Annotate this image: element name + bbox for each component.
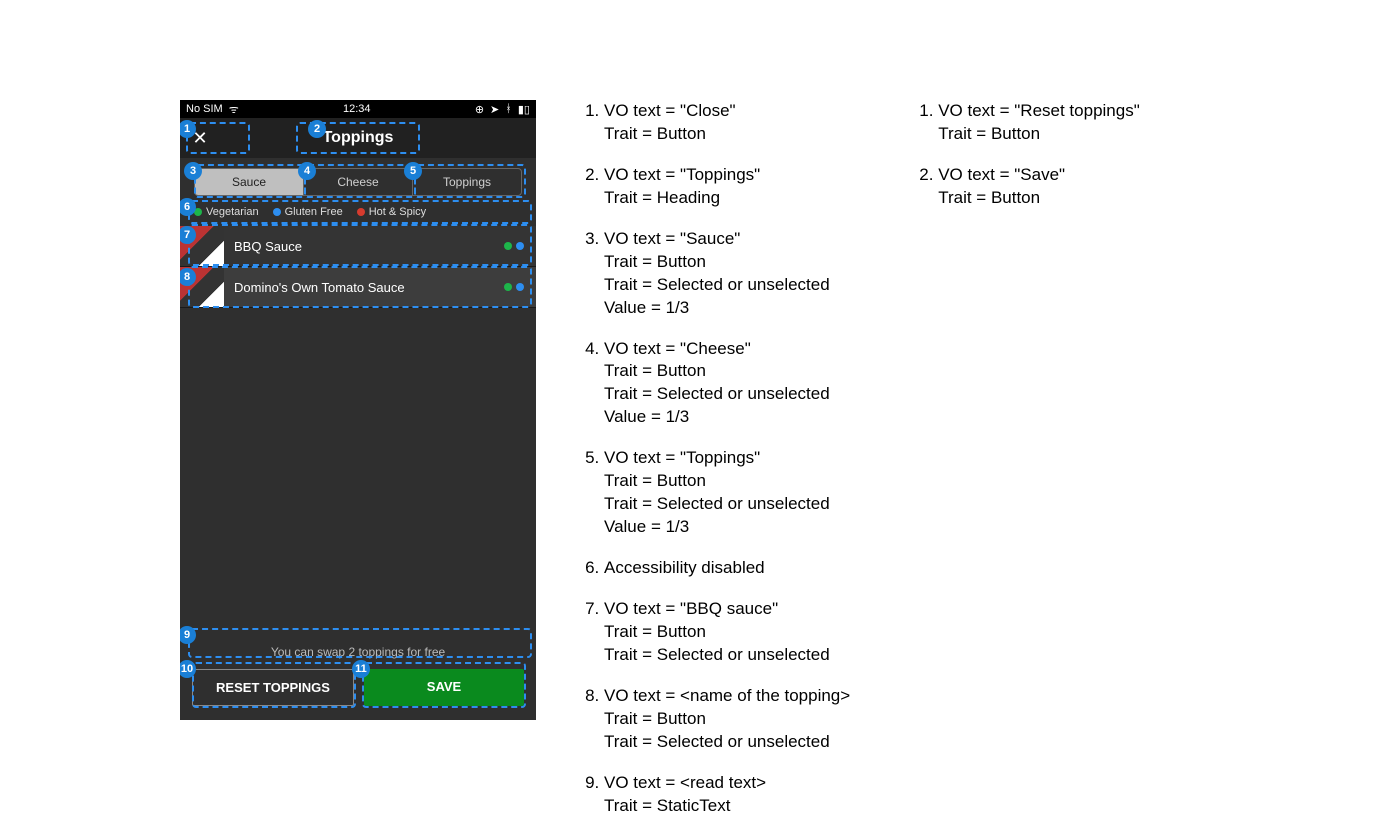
battery-icon: ▮▯ — [518, 103, 530, 116]
annotation-line: Value = 1/3 — [604, 406, 850, 429]
annotation-line: Trait = Button — [938, 123, 1140, 146]
callout-badge-2: 2 — [308, 120, 326, 138]
annotation-line: VO text = <name of the topping> — [604, 685, 850, 708]
wifi-icon: ᯤ — [229, 102, 239, 117]
status-bar: No SIM ᯤ 12:34 ⊕ ➤ ᚼ ▮▯ — [180, 100, 536, 118]
annotation-item: VO text = "Sauce"Trait = ButtonTrait = S… — [604, 228, 850, 320]
annotation-line: Value = 1/3 — [604, 516, 850, 539]
annotation-line: Trait = Button — [604, 621, 850, 644]
annotation-line: VO text = "Toppings" — [604, 164, 850, 187]
callout-badge-4: 4 — [298, 162, 316, 180]
callout-badge-11: 11 — [352, 660, 370, 678]
annotation-line: Trait = Button — [604, 708, 850, 731]
annotation-line: Trait = Button — [938, 187, 1140, 210]
annotation-item: VO text = <name of the topping>Trait = B… — [604, 685, 850, 754]
annotation-line: Trait = Selected or unselected — [604, 644, 850, 667]
annotation-line: VO text = "Reset toppings" — [938, 100, 1140, 123]
annotation-line: Trait = Selected or unselected — [604, 274, 850, 297]
clock: 12:34 — [343, 103, 371, 115]
annotation-item: VO text = <read text>Trait = StaticText — [604, 772, 850, 818]
annotation-item: VO text = "Save"Trait = Button — [938, 164, 1140, 210]
annotation-line: VO text = "BBQ sauce" — [604, 598, 850, 621]
annotation-item: VO text = "Toppings"Trait = ButtonTrait … — [604, 447, 850, 539]
carrier-text: No SIM — [186, 103, 223, 115]
annotation-line: VO text = "Toppings" — [604, 447, 850, 470]
annotation-line: Trait = Button — [604, 123, 850, 146]
annotation-line: Trait = Button — [604, 251, 850, 274]
annotation-line: VO text = "Save" — [938, 164, 1140, 187]
annotation-item: Accessibility disabled — [604, 557, 850, 580]
location-icon: ➤ — [490, 103, 499, 116]
annotation-line: VO text = "Close" — [604, 100, 850, 123]
annotation-item: VO text = "Cheese"Trait = ButtonTrait = … — [604, 338, 850, 430]
annotation-item: VO text = "Toppings"Trait = Heading — [604, 164, 850, 210]
annotation-line: Trait = Heading — [604, 187, 850, 210]
annotation-line: Trait = Button — [604, 360, 850, 383]
annotation-line: Trait = StaticText — [604, 795, 850, 818]
annotation-item: VO text = "Reset toppings"Trait = Button — [938, 100, 1140, 146]
annotation-line: VO text = <read text> — [604, 772, 850, 795]
phone-mock: 1 2 3 4 5 6 7 8 9 10 11 No SIM ᯤ 12:34 ⊕… — [180, 100, 536, 720]
annotation-columns: VO text = "Close"Trait = ButtonVO text =… — [576, 100, 1140, 835]
annotation-item: VO text = "Close"Trait = Button — [604, 100, 850, 146]
alarm-icon: ⊕ — [475, 103, 484, 116]
annotation-line: Trait = Selected or unselected — [604, 731, 850, 754]
annotation-line: Accessibility disabled — [604, 557, 850, 580]
annotation-line: Trait = Selected or unselected — [604, 493, 850, 516]
annotation-line: VO text = "Sauce" — [604, 228, 850, 251]
bluetooth-icon: ᚼ — [505, 103, 512, 115]
annotation-line: Value = 1/3 — [604, 297, 850, 320]
annotation-line: Trait = Button — [604, 470, 850, 493]
callout-badge-3: 3 — [184, 162, 202, 180]
annotation-line: VO text = "Cheese" — [604, 338, 850, 361]
annotation-line: Trait = Selected or unselected — [604, 383, 850, 406]
callout-badge-5: 5 — [404, 162, 422, 180]
annotation-item: VO text = "BBQ sauce"Trait = ButtonTrait… — [604, 598, 850, 667]
